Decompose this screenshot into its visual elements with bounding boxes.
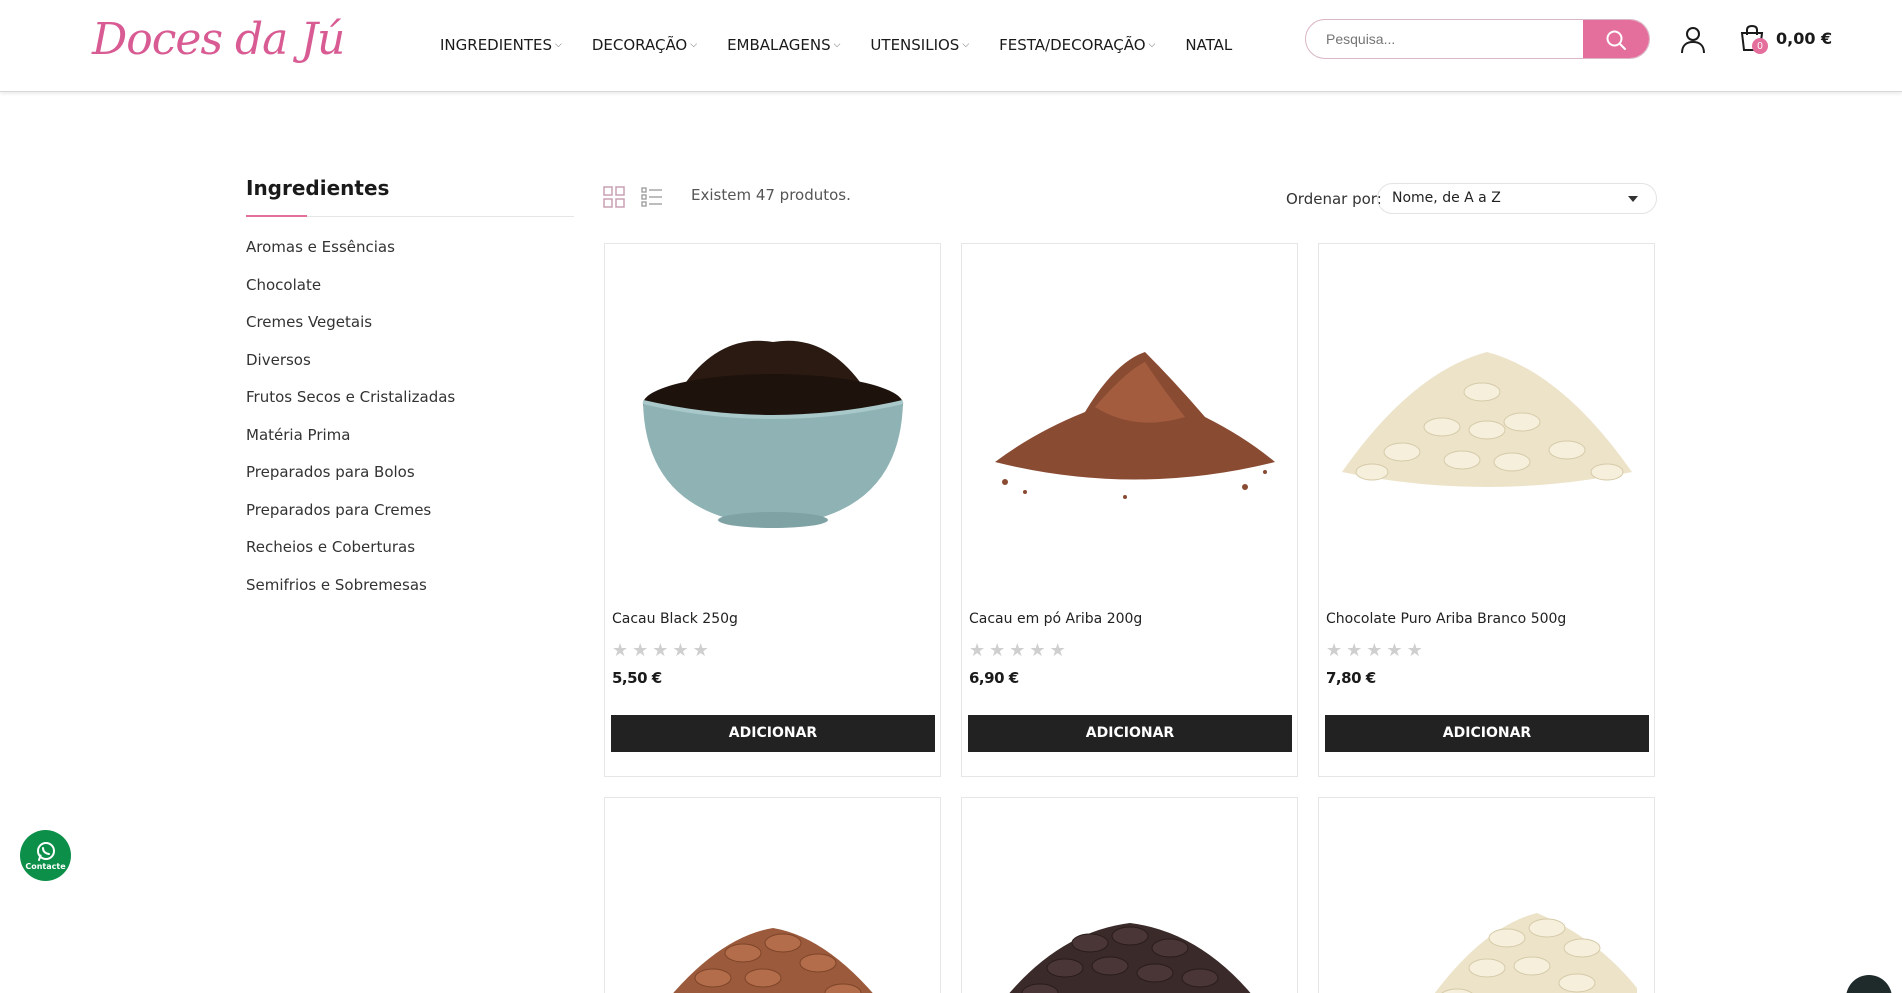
category-item-aromas[interactable]: Aromas e Essências <box>246 237 574 275</box>
category-item-recheios[interactable]: Recheios e Coberturas <box>246 537 574 575</box>
rating-stars: ★ ★ ★ ★ ★ <box>969 641 1066 659</box>
product-card[interactable]: Chocolate Puro Ariba Branco 500g ★ ★ ★ ★… <box>1318 243 1655 777</box>
main-nav: INGREDIENTES ⌵ DECORAÇÃO ⌵ EMBALAGENS ⌵ UTE… <box>440 36 1262 54</box>
star-icon: ★ <box>1406 640 1423 660</box>
product-image[interactable] <box>605 798 940 993</box>
sidebar-title: Ingredientes <box>246 176 574 217</box>
list-view-icon[interactable] <box>641 186 663 208</box>
white-chocolate-image <box>1434 913 1637 993</box>
search-button[interactable] <box>1583 20 1649 58</box>
star-icon: ★ <box>969 640 986 660</box>
category-sidebar: Ingredientes Aromas e Essências Chocolat… <box>246 176 574 612</box>
search-bar <box>1305 19 1650 59</box>
product-toolbar: Existem 47 produtos. Ordenar por: Nome, … <box>603 180 1657 216</box>
cocoa-bowl-image <box>642 340 903 528</box>
add-to-cart-button[interactable]: ADICIONAR <box>611 715 935 752</box>
category-item-preparados-bolos[interactable]: Preparados para Bolos <box>246 462 574 500</box>
cart-count-badge: 0 <box>1752 38 1768 54</box>
product-image[interactable] <box>962 244 1297 599</box>
product-price: 5,50 € <box>612 669 662 687</box>
whatsapp-contact-button[interactable]: Contacte <box>20 830 71 881</box>
star-icon: ★ <box>612 640 629 660</box>
add-to-cart-button[interactable]: ADICIONAR <box>968 715 1292 752</box>
whatsapp-icon <box>36 842 55 861</box>
nav-item-embalagens[interactable]: EMBALAGENS ⌵ <box>727 36 840 54</box>
nav-item-label: INGREDIENTES <box>440 36 553 54</box>
sort-select[interactable]: Nome, de A a Z <box>1377 183 1657 214</box>
chevron-down-icon: ⌵ <box>555 40 562 50</box>
star-icon: ★ <box>989 640 1006 660</box>
chevron-down-icon: ⌵ <box>833 40 841 50</box>
star-icon: ★ <box>1366 640 1383 660</box>
product-card[interactable]: Cacau em pó Ariba 200g ★ ★ ★ ★ ★ 6,90 € … <box>961 243 1298 777</box>
category-item-materia-prima[interactable]: Matéria Prima <box>246 425 574 463</box>
nav-item-utensilios[interactable]: UTENSILIOS ⌵ <box>870 36 969 54</box>
star-icon: ★ <box>692 640 709 660</box>
search-icon <box>1606 30 1626 50</box>
sort-value: Nome, de A a Z <box>1392 190 1501 206</box>
cart-button[interactable]: 0 0,00 € <box>1738 24 1833 54</box>
product-card[interactable]: Cacau Black 250g ★ ★ ★ ★ ★ 5,50 € ADICIO… <box>604 243 941 777</box>
star-icon: ★ <box>1049 640 1066 660</box>
star-icon: ★ <box>1029 640 1046 660</box>
whatsapp-label: Contacte <box>25 862 66 871</box>
category-item-semifrios[interactable]: Semifrios e Sobremesas <box>246 575 574 613</box>
star-icon: ★ <box>1386 640 1403 660</box>
site-logo[interactable]: Doces da Jú <box>92 6 345 86</box>
category-item-cremes-vegetais[interactable]: Cremes Vegetais <box>246 312 574 350</box>
nav-item-label: NATAL <box>1185 36 1233 54</box>
category-list: Aromas e Essências Chocolate Cremes Vege… <box>246 237 574 612</box>
category-item-chocolate[interactable]: Chocolate <box>246 275 574 313</box>
product-card[interactable] <box>604 797 941 993</box>
chevron-down-icon: ⌵ <box>962 40 970 50</box>
star-icon: ★ <box>1346 640 1363 660</box>
nav-item-natal[interactable]: NATAL <box>1185 36 1232 54</box>
product-name[interactable]: Cacau em pó Ariba 200g <box>969 611 1142 627</box>
category-item-diversos[interactable]: Diversos <box>246 350 574 388</box>
caret-down-icon <box>1628 196 1638 202</box>
nav-item-festa-decoracao[interactable]: FESTA/DECORAÇÃO ⌵ <box>999 36 1155 54</box>
product-image[interactable] <box>1319 798 1654 993</box>
user-account-icon[interactable] <box>1680 26 1706 54</box>
add-to-cart-button[interactable]: ADICIONAR <box>1325 715 1649 752</box>
star-icon: ★ <box>672 640 689 660</box>
site-header: Doces da Jú INGREDIENTES ⌵ DECORAÇÃO ⌵ EMB… <box>0 0 1902 92</box>
product-card[interactable] <box>961 797 1298 993</box>
product-image[interactable] <box>1319 244 1654 599</box>
chevron-down-icon: ⌵ <box>690 40 698 50</box>
cocoa-powder-image <box>994 351 1275 499</box>
product-count: Existem 47 produtos. <box>691 186 851 204</box>
nav-item-label: UTENSILIOS <box>870 36 960 54</box>
category-item-preparados-cremes[interactable]: Preparados para Cremes <box>246 500 574 538</box>
star-icon: ★ <box>632 640 649 660</box>
milk-chocolate-image <box>672 928 873 993</box>
grid-view-icon[interactable] <box>603 186 625 208</box>
cart-total: 0,00 € <box>1776 28 1833 48</box>
sort-label: Ordenar por: <box>1286 190 1382 208</box>
rating-stars: ★ ★ ★ ★ ★ <box>612 641 709 659</box>
star-icon: ★ <box>1009 640 1026 660</box>
product-name[interactable]: Cacau Black 250g <box>612 611 738 627</box>
nav-item-ingredientes[interactable]: INGREDIENTES ⌵ <box>440 36 562 54</box>
white-chocolate-image <box>1341 351 1632 487</box>
star-icon: ★ <box>1326 640 1343 660</box>
chevron-down-icon: ⌵ <box>1148 40 1156 50</box>
product-price: 7,80 € <box>1326 669 1376 687</box>
rating-stars: ★ ★ ★ ★ ★ <box>1326 641 1423 659</box>
nav-item-label: EMBALAGENS <box>727 36 831 54</box>
nav-item-label: DECORAÇÃO <box>591 36 688 54</box>
product-card[interactable] <box>1318 797 1655 993</box>
category-item-frutos-secos[interactable]: Frutos Secos e Cristalizadas <box>246 387 574 425</box>
product-price: 6,90 € <box>969 669 1019 687</box>
product-name[interactable]: Chocolate Puro Ariba Branco 500g <box>1326 611 1566 627</box>
nav-item-decoracao[interactable]: DECORAÇÃO ⌵ <box>592 36 697 54</box>
dark-chocolate-image <box>1009 923 1250 993</box>
logo-text: Doces da Jú <box>92 14 345 65</box>
nav-item-label: FESTA/DECORAÇÃO <box>999 36 1146 54</box>
product-image[interactable] <box>605 244 940 599</box>
search-input[interactable] <box>1306 20 1583 58</box>
scroll-to-top-button[interactable] <box>1846 975 1892 993</box>
star-icon: ★ <box>652 640 669 660</box>
product-image[interactable] <box>962 798 1297 993</box>
